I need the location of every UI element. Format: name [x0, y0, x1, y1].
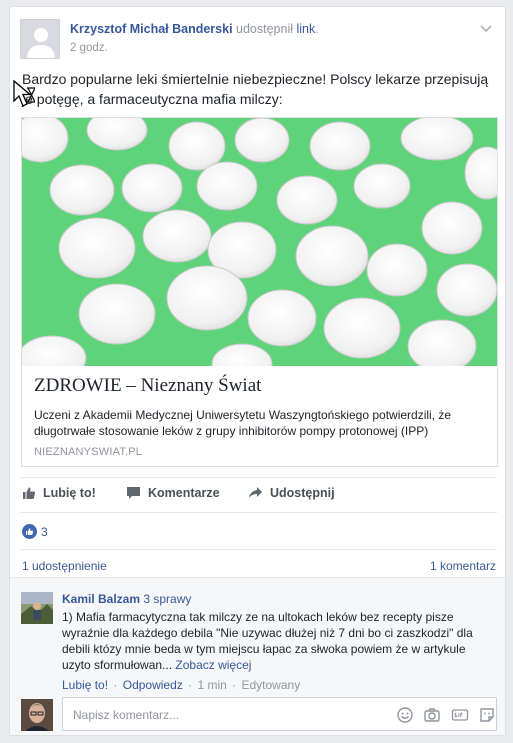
comments-section: Kamil Balzam 3 sprawy 1) Mafia farmacyty…	[10, 577, 505, 735]
comment-edited[interactable]: Edytowany	[242, 678, 301, 692]
attachment-domain: NIEZNANYSWIAT.PL	[34, 446, 143, 458]
author-avatar[interactable]	[20, 19, 60, 59]
attachment-title[interactable]: ZDROWIE – Nieznany Świat	[34, 375, 261, 397]
post-text: Bardzo popularne leki śmiertelnie niebez…	[22, 71, 489, 107]
link-attachment[interactable]: ZDROWIE – Nieznany Świat Uczeni z Akadem…	[21, 117, 498, 467]
chevron-down-icon[interactable]	[479, 21, 493, 35]
post-timestamp[interactable]: 2 godz.	[70, 42, 108, 54]
like-label: Lubię to!	[43, 486, 96, 500]
reactions-bar: 3	[20, 512, 497, 550]
sticker-icon[interactable]	[478, 706, 496, 724]
comment-composer	[62, 697, 497, 731]
comments-count[interactable]: 1 komentarz	[430, 559, 496, 573]
attachment-image[interactable]	[22, 118, 497, 366]
share-icon	[249, 487, 262, 498]
post-actions: Lubię to! Komentarze Udostępnij	[20, 477, 497, 509]
separator-dot: ·	[232, 678, 237, 692]
post-link-text[interactable]: link	[296, 22, 315, 36]
share-label: Udostępnij	[270, 486, 335, 500]
my-avatar[interactable]	[21, 699, 53, 731]
comment-reply-link[interactable]: Odpowiedz	[123, 678, 183, 692]
attachment-description: Uczeni z Akademii Medycznej Uniwersytetu…	[34, 408, 452, 438]
post-card: Krzysztof Michał Banderski udostępnił li…	[9, 6, 506, 736]
separator-dot: ·	[113, 678, 118, 692]
comment-input[interactable]	[71, 706, 371, 724]
comment-author[interactable]: Kamil Balzam	[62, 592, 140, 606]
comment-actions: Lubię to! · Odpowiedz · 1 min · Edytowan…	[62, 678, 300, 692]
comment-author-meta[interactable]: 3 sprawy	[143, 592, 191, 606]
post-header: Krzysztof Michał Banderski udostępnił li…	[20, 19, 495, 63]
separator-dot: ·	[188, 678, 193, 692]
post-shared-text: udostępnił	[232, 22, 297, 36]
comment-body: Kamil Balzam 3 sprawy 1) Mafia farmacyty…	[62, 591, 492, 673]
post-author-name[interactable]: Krzysztof Michał Banderski	[70, 22, 233, 36]
comment-time[interactable]: 1 min	[197, 678, 226, 692]
comment-icon	[127, 487, 140, 499]
camera-icon[interactable]	[423, 706, 441, 724]
post-link-end: .	[315, 22, 319, 36]
see-more-link[interactable]: Zobacz więcej	[175, 658, 251, 672]
like-reaction-icon[interactable]	[22, 524, 37, 539]
like-icon	[23, 487, 36, 499]
comment-like-link[interactable]: Lubię to!	[62, 678, 108, 692]
commenter-avatar[interactable]	[21, 592, 53, 624]
comment-text: 1) Mafia farmacytyczna tak milczy ze na …	[62, 610, 473, 672]
post-author-line: Krzysztof Michał Banderski udostępnił li…	[70, 22, 319, 36]
comment-label: Komentarze	[148, 486, 220, 500]
comment-button[interactable]: Komentarze	[126, 486, 220, 500]
comment-text-block: 1) Mafia farmacytyczna tak milczy ze na …	[62, 609, 492, 673]
shares-count[interactable]: 1 udostępnienie	[22, 559, 107, 573]
emoji-icon[interactable]	[396, 706, 414, 724]
like-button[interactable]: Lubię to!	[22, 486, 96, 500]
reactions-count[interactable]: 3	[41, 525, 48, 539]
share-button[interactable]: Udostępnij	[248, 486, 335, 500]
gif-icon[interactable]	[451, 706, 469, 724]
